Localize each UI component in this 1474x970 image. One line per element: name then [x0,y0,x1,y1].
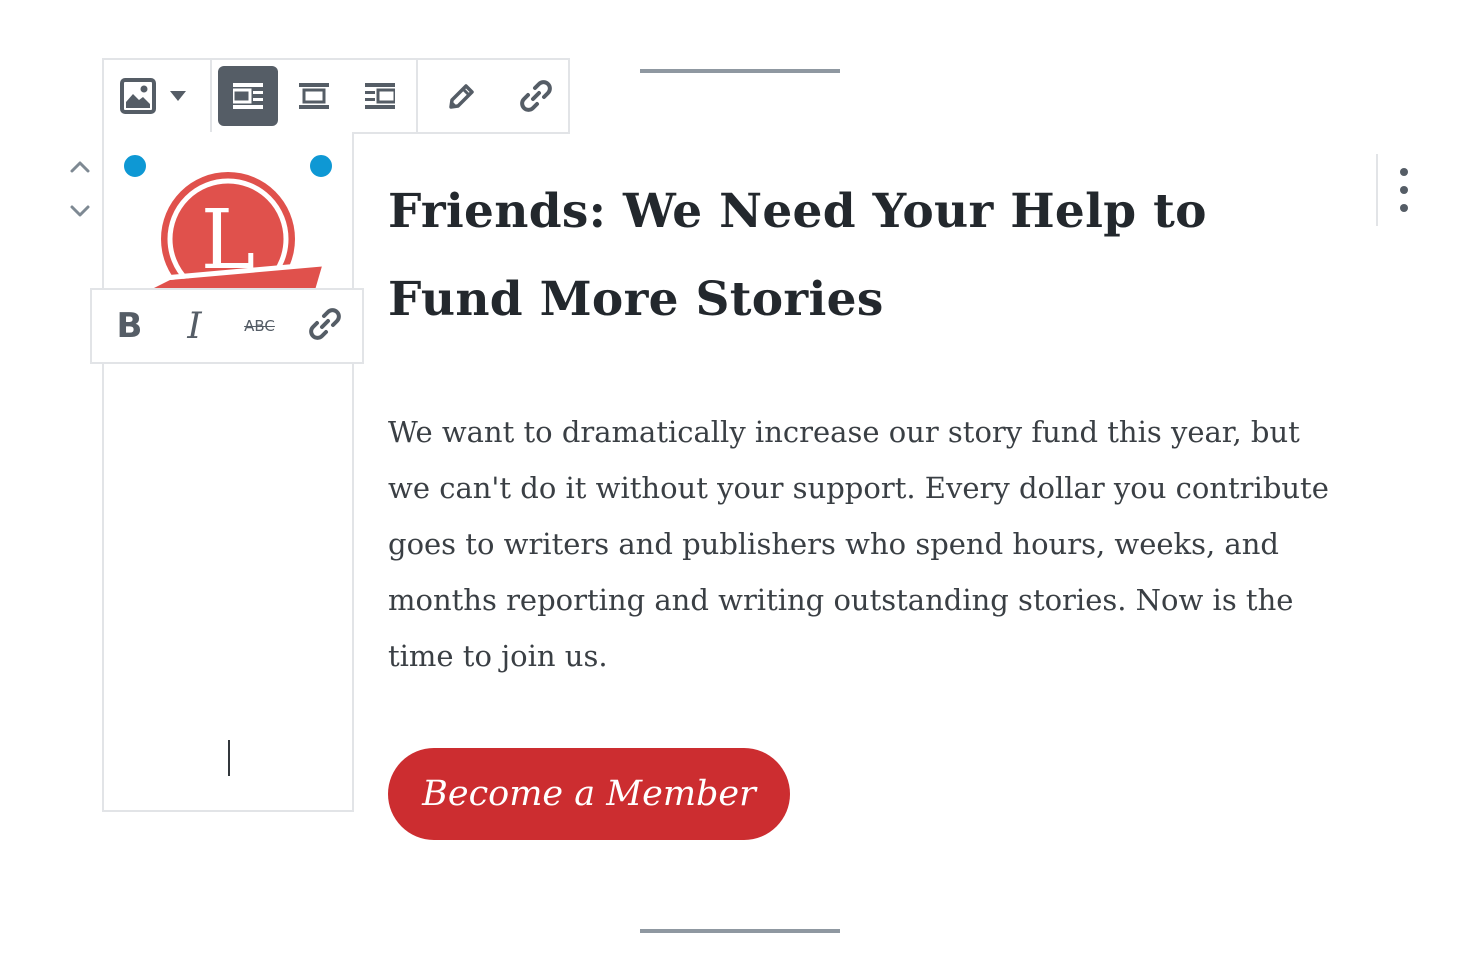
image-icon [120,78,156,114]
format-link-button[interactable] [297,298,352,354]
edit-image-button[interactable] [432,66,492,126]
edit-link-group [418,60,580,132]
chevron-down-icon [69,203,91,222]
block-heading[interactable]: Friends: We Need Your Help to Fund More … [388,168,1348,344]
resize-handle-left[interactable] [122,153,148,179]
become-member-button[interactable]: Become a Member [388,748,790,840]
block-toolbar [102,58,570,134]
block-type-switcher-button[interactable] [120,66,204,126]
image-link-button[interactable] [506,66,566,126]
text-cursor [228,740,230,776]
chevron-up-icon [69,159,91,178]
media-text-content[interactable]: Friends: We Need Your Help to Fund More … [388,168,1348,673]
media-right-align-button[interactable] [350,66,410,126]
logo-letter: L [201,193,255,288]
alignment-group [212,60,418,132]
pencil-icon [447,81,477,111]
bold-button[interactable]: B [102,298,157,354]
more-options-icon [1400,168,1408,176]
resize-handle-right[interactable] [308,153,334,179]
more-options-button[interactable] [1388,168,1420,212]
strikethrough-button[interactable]: ABC [232,298,287,354]
block-type-group [104,60,212,132]
separator-top [640,69,840,73]
block-divider [1376,154,1378,226]
media-image-logo[interactable]: L [130,168,330,290]
link-icon [307,306,343,346]
align-center-button[interactable] [284,66,344,126]
dropdown-triangle-icon [170,91,186,101]
separator-bottom [640,929,840,933]
media-right-align-icon [365,83,395,109]
block-paragraph[interactable]: We want to dramatically increase our sto… [388,404,1348,684]
move-up-button[interactable] [66,154,94,182]
italic-button[interactable]: I [167,298,222,354]
media-left-align-button[interactable] [218,66,278,126]
move-down-button[interactable] [66,198,94,226]
media-left-align-icon [233,83,263,109]
format-toolbar: B I ABC [90,288,364,364]
align-center-icon [299,83,329,109]
link-icon [518,78,554,114]
